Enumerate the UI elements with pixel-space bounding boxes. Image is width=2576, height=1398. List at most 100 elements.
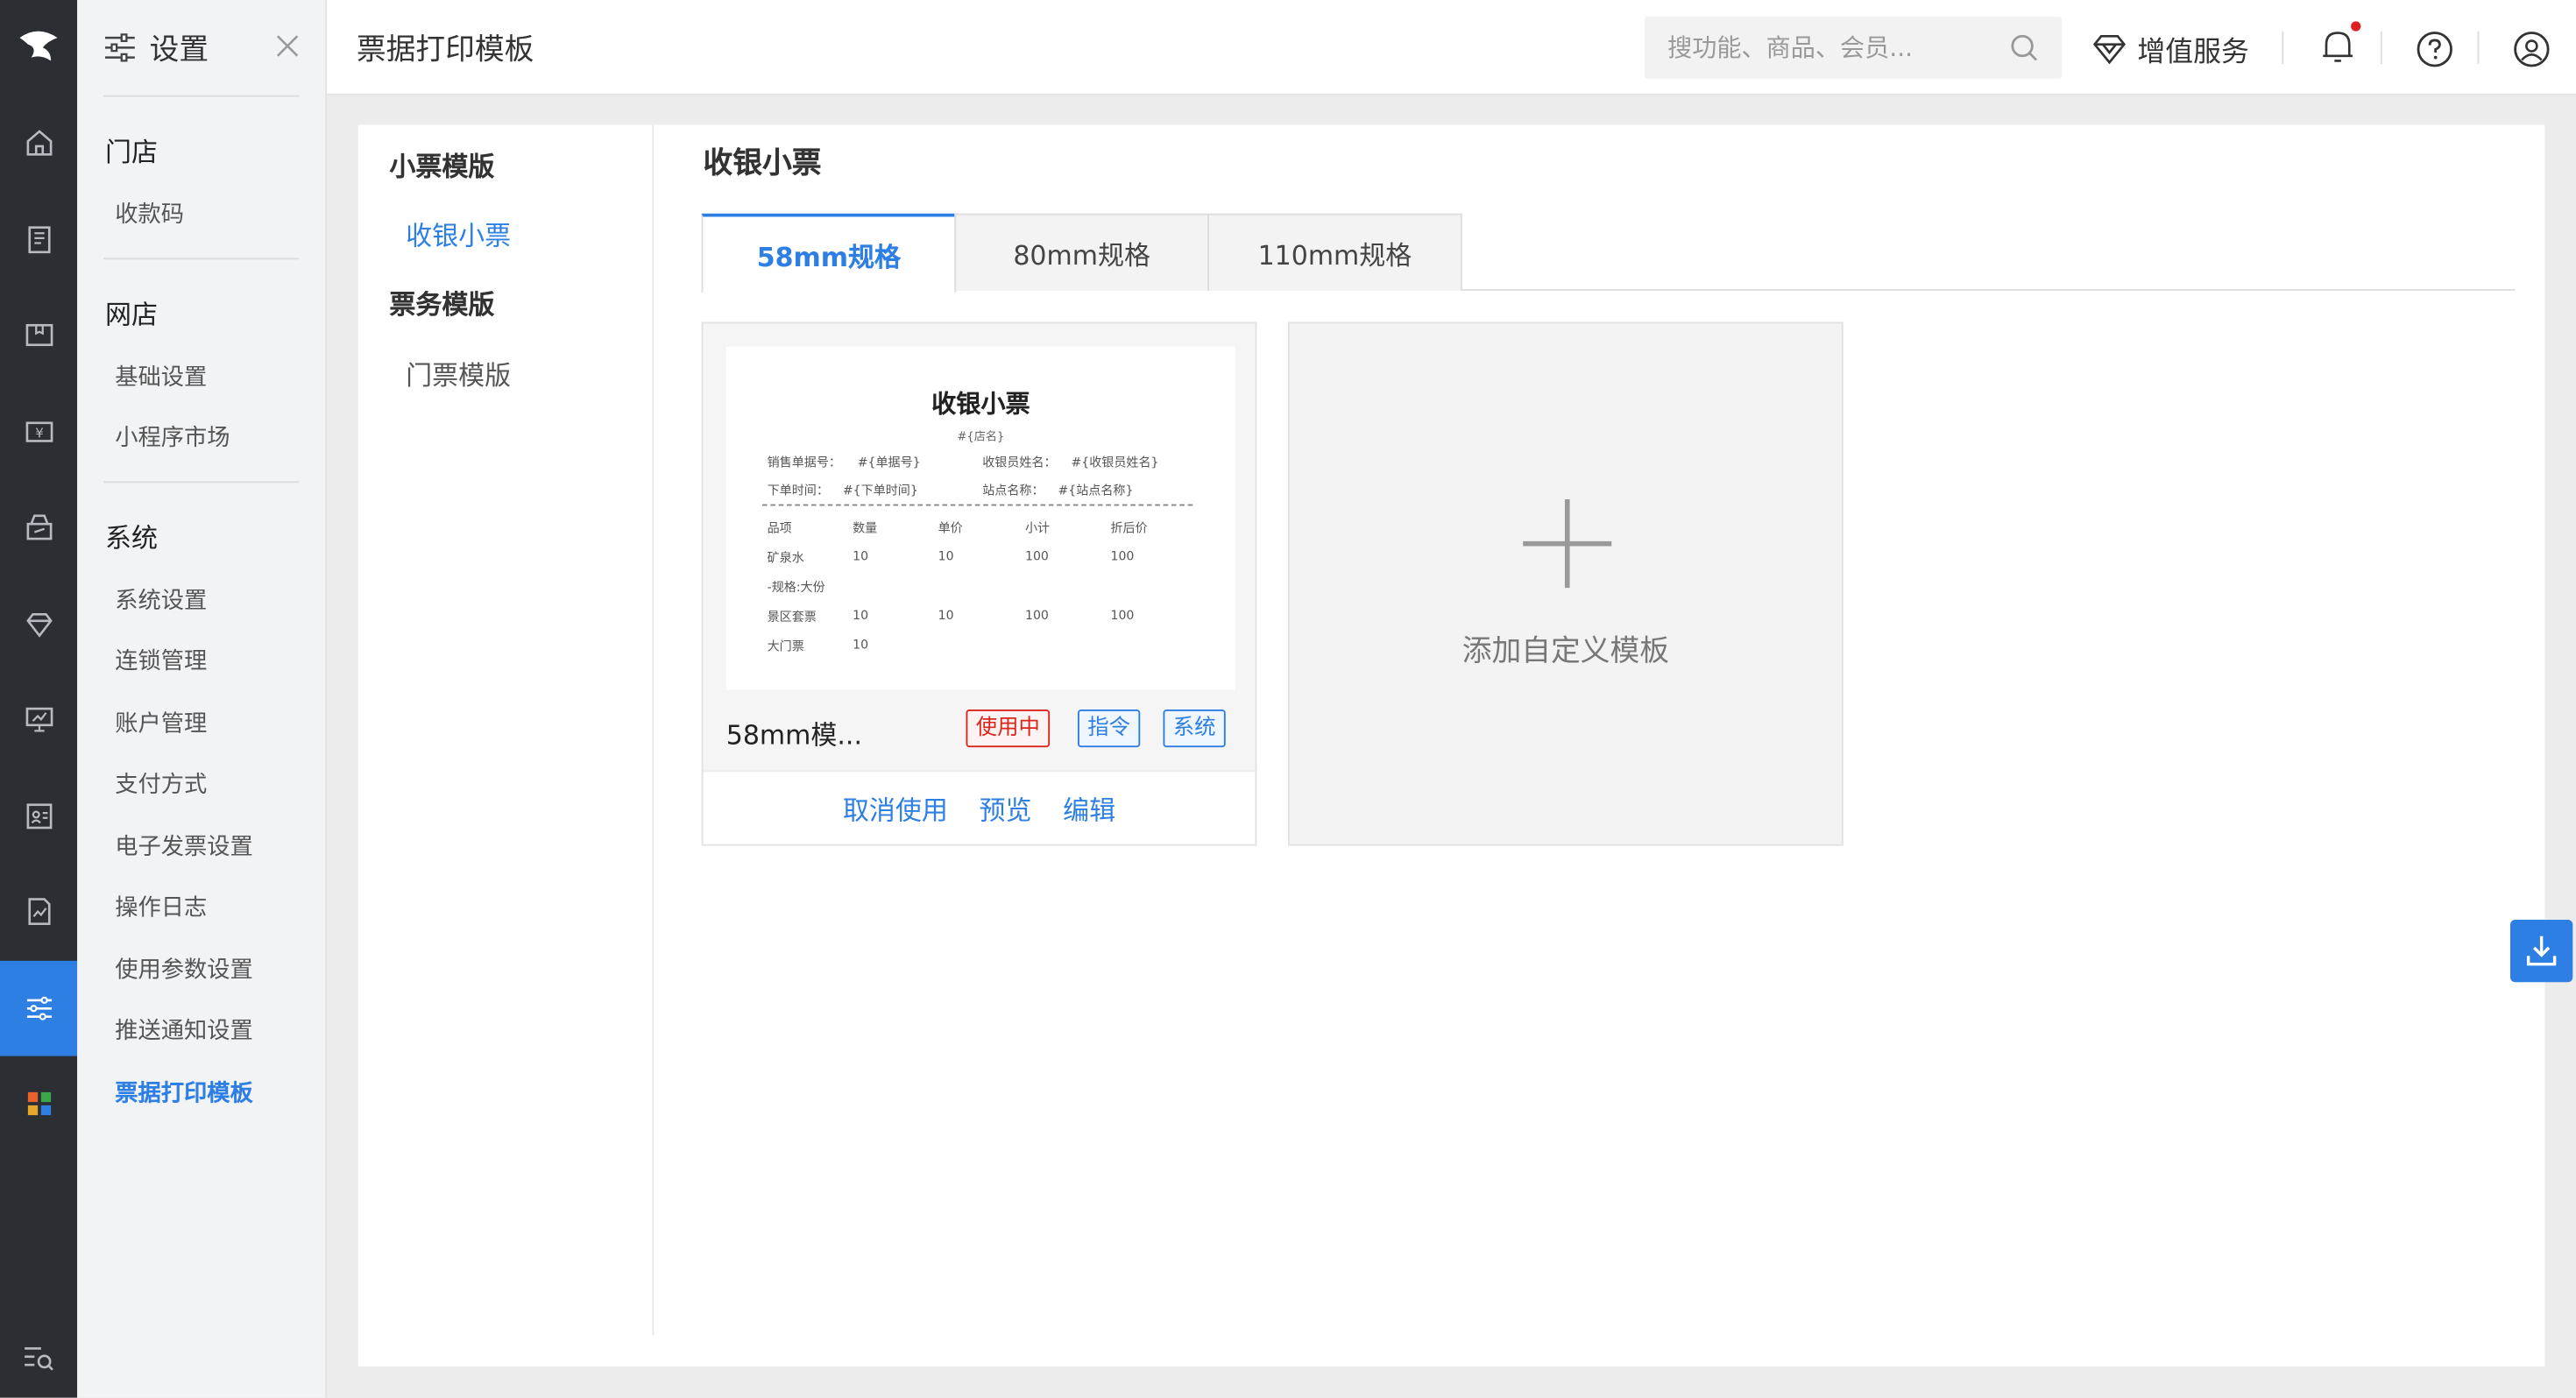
icon-rail: ¥ bbox=[0, 0, 78, 1398]
subnav-item-operation-log[interactable]: 操作日志 bbox=[77, 879, 325, 940]
subnav-item-chain-management[interactable]: 连锁管理 bbox=[77, 632, 325, 694]
category-item-cashier-receipt[interactable]: 收银小票 bbox=[358, 214, 511, 253]
help-icon[interactable] bbox=[2415, 30, 2454, 69]
search-input[interactable] bbox=[1644, 16, 1973, 79]
top-bar: 票据打印模板 增值服务 bbox=[327, 0, 2576, 95]
rail-settings[interactable] bbox=[0, 959, 78, 1056]
value-added-services-label: 增值服务 bbox=[2137, 36, 2249, 69]
tab-110mm[interactable]: 110mm规格 bbox=[1207, 213, 1462, 291]
notification-bell-icon[interactable] bbox=[2320, 26, 2356, 66]
template-actions: 取消使用 预览 编辑 bbox=[703, 770, 1256, 844]
subnav-item-system-settings[interactable]: 系统设置 bbox=[77, 571, 325, 632]
preview-label: 销售单据号： bbox=[767, 455, 841, 470]
finance-icon: ¥ bbox=[25, 421, 53, 442]
subnav-item-receipt-print-templates[interactable]: 票据打印模板 bbox=[77, 1063, 325, 1125]
divider bbox=[2282, 31, 2284, 65]
preview-cell: 10 bbox=[853, 637, 869, 653]
tab-80mm[interactable]: 80mm规格 bbox=[954, 213, 1209, 291]
preview-button[interactable]: 预览 bbox=[979, 788, 1031, 828]
subnav-item-payment-code[interactable]: 收款码 bbox=[77, 186, 325, 247]
preview-label: 收银员姓名： bbox=[982, 455, 1057, 470]
rail-search-menu[interactable] bbox=[0, 1342, 77, 1375]
preview-label: 下单时间： bbox=[767, 483, 829, 498]
value-added-services-button[interactable]: 增值服务 bbox=[2091, 28, 2249, 69]
system-badge: 系统 bbox=[1163, 710, 1226, 748]
preview-col-header: 单价 bbox=[938, 520, 963, 536]
settings-sliders-icon bbox=[105, 33, 135, 62]
preview-dashed-line bbox=[762, 504, 1193, 506]
page-title: 票据打印模板 bbox=[356, 32, 534, 67]
preview-cell: 10 bbox=[853, 607, 869, 623]
rail-analytics[interactable] bbox=[0, 864, 77, 960]
content-panel: 小票模版 收银小票 票务模版 门票模版 收银小票 58mm规格 80mm规格 1… bbox=[357, 124, 2545, 1366]
paper-size-tabs: 58mm规格 80mm规格 110mm规格 bbox=[701, 213, 2516, 293]
order-book-icon bbox=[27, 225, 50, 253]
preview-label: 站点名称： bbox=[982, 483, 1044, 498]
preview-cell: 100 bbox=[1110, 548, 1135, 564]
preview-col-header: 小计 bbox=[1025, 520, 1051, 536]
divider bbox=[2477, 31, 2480, 65]
notification-dot bbox=[2351, 21, 2361, 32]
app-logo[interactable] bbox=[0, 0, 77, 95]
subnav-item-push-notification-settings[interactable]: 推送通知设置 bbox=[77, 1002, 325, 1063]
subnav-item-payment-methods[interactable]: 支付方式 bbox=[77, 756, 325, 817]
rail-home[interactable] bbox=[0, 95, 77, 192]
subnav-item-e-invoice-settings[interactable]: 电子发票设置 bbox=[77, 817, 325, 879]
category-receipt-templates: 小票模版 bbox=[389, 151, 495, 183]
rail-members[interactable] bbox=[0, 768, 77, 865]
rail-products[interactable] bbox=[0, 287, 77, 384]
template-card: 收银小票 #{店名} 销售单据号： #{单据号} 收银员姓名： #{收银员姓名}… bbox=[701, 321, 1257, 846]
preview-cell: 景区套票 bbox=[767, 609, 817, 625]
apps-grid-icon bbox=[26, 1092, 51, 1116]
rail-report[interactable] bbox=[0, 672, 77, 768]
subnav-item-parameter-settings[interactable]: 使用参数设置 bbox=[77, 940, 325, 1001]
close-icon[interactable] bbox=[276, 34, 299, 57]
preview-value: #{站点名称} bbox=[1058, 483, 1134, 498]
preview-cell: 10 bbox=[938, 548, 954, 564]
receipt-preview[interactable]: 收银小票 #{店名} 销售单据号： #{单据号} 收银员姓名： #{收银员姓名}… bbox=[725, 346, 1235, 690]
subnav-item-account-management[interactable]: 账户管理 bbox=[77, 694, 325, 755]
subnav-group-system: 系统 bbox=[105, 521, 159, 553]
category-ticket-templates: 票务模版 bbox=[389, 289, 495, 321]
subnav-header: 设置 bbox=[77, 0, 325, 95]
logo-icon bbox=[18, 31, 57, 61]
preview-store-name: #{店名} bbox=[957, 430, 1005, 444]
rail-orders[interactable] bbox=[0, 191, 77, 287]
diamond-icon bbox=[2092, 34, 2127, 64]
preview-title: 收银小票 bbox=[931, 389, 1030, 420]
home-icon bbox=[25, 130, 52, 157]
edit-button[interactable]: 编辑 bbox=[1063, 788, 1115, 828]
rail-marketing[interactable] bbox=[0, 480, 77, 576]
download-button[interactable] bbox=[2510, 920, 2573, 983]
template-name: 58mm模... bbox=[725, 719, 862, 751]
preview-col-header: 数量 bbox=[853, 520, 878, 536]
preview-cell: 10 bbox=[853, 548, 869, 564]
rail-vip[interactable] bbox=[0, 575, 77, 672]
subnav-title: 设置 bbox=[149, 32, 209, 67]
add-custom-template-card[interactable]: 添加自定义模板 bbox=[1288, 321, 1844, 846]
in-use-badge: 使用中 bbox=[966, 710, 1051, 748]
subnav-item-mini-program-market[interactable]: 小程序市场 bbox=[77, 409, 325, 470]
search-icon[interactable] bbox=[2009, 33, 2039, 63]
report-screen-icon bbox=[25, 708, 53, 732]
svg-text:¥: ¥ bbox=[34, 425, 43, 441]
preview-col-header: 折后价 bbox=[1110, 520, 1148, 536]
section-title: 收银小票 bbox=[703, 145, 822, 181]
preview-value: #{收银员姓名} bbox=[1071, 455, 1159, 470]
subnav-item-basic-settings[interactable]: 基础设置 bbox=[77, 348, 325, 409]
preview-cell: 100 bbox=[1025, 607, 1049, 623]
tab-58mm[interactable]: 58mm规格 bbox=[701, 213, 957, 293]
vip-diamond-icon bbox=[25, 612, 52, 638]
preview-cell: 100 bbox=[1025, 548, 1049, 564]
preview-cell: 大门票 bbox=[767, 639, 804, 654]
category-item-admission-ticket[interactable]: 门票模版 bbox=[358, 353, 511, 392]
rail-apps[interactable] bbox=[0, 1056, 77, 1153]
preview-col-header: 品项 bbox=[767, 520, 792, 536]
rail-finance[interactable]: ¥ bbox=[0, 384, 77, 480]
divider bbox=[2380, 31, 2382, 65]
product-box-icon bbox=[25, 324, 53, 347]
cancel-use-button[interactable]: 取消使用 bbox=[843, 788, 948, 828]
user-account-icon[interactable] bbox=[2512, 30, 2551, 69]
add-custom-template-label: 添加自定义模板 bbox=[1461, 633, 1669, 669]
analytics-icon bbox=[27, 898, 50, 926]
